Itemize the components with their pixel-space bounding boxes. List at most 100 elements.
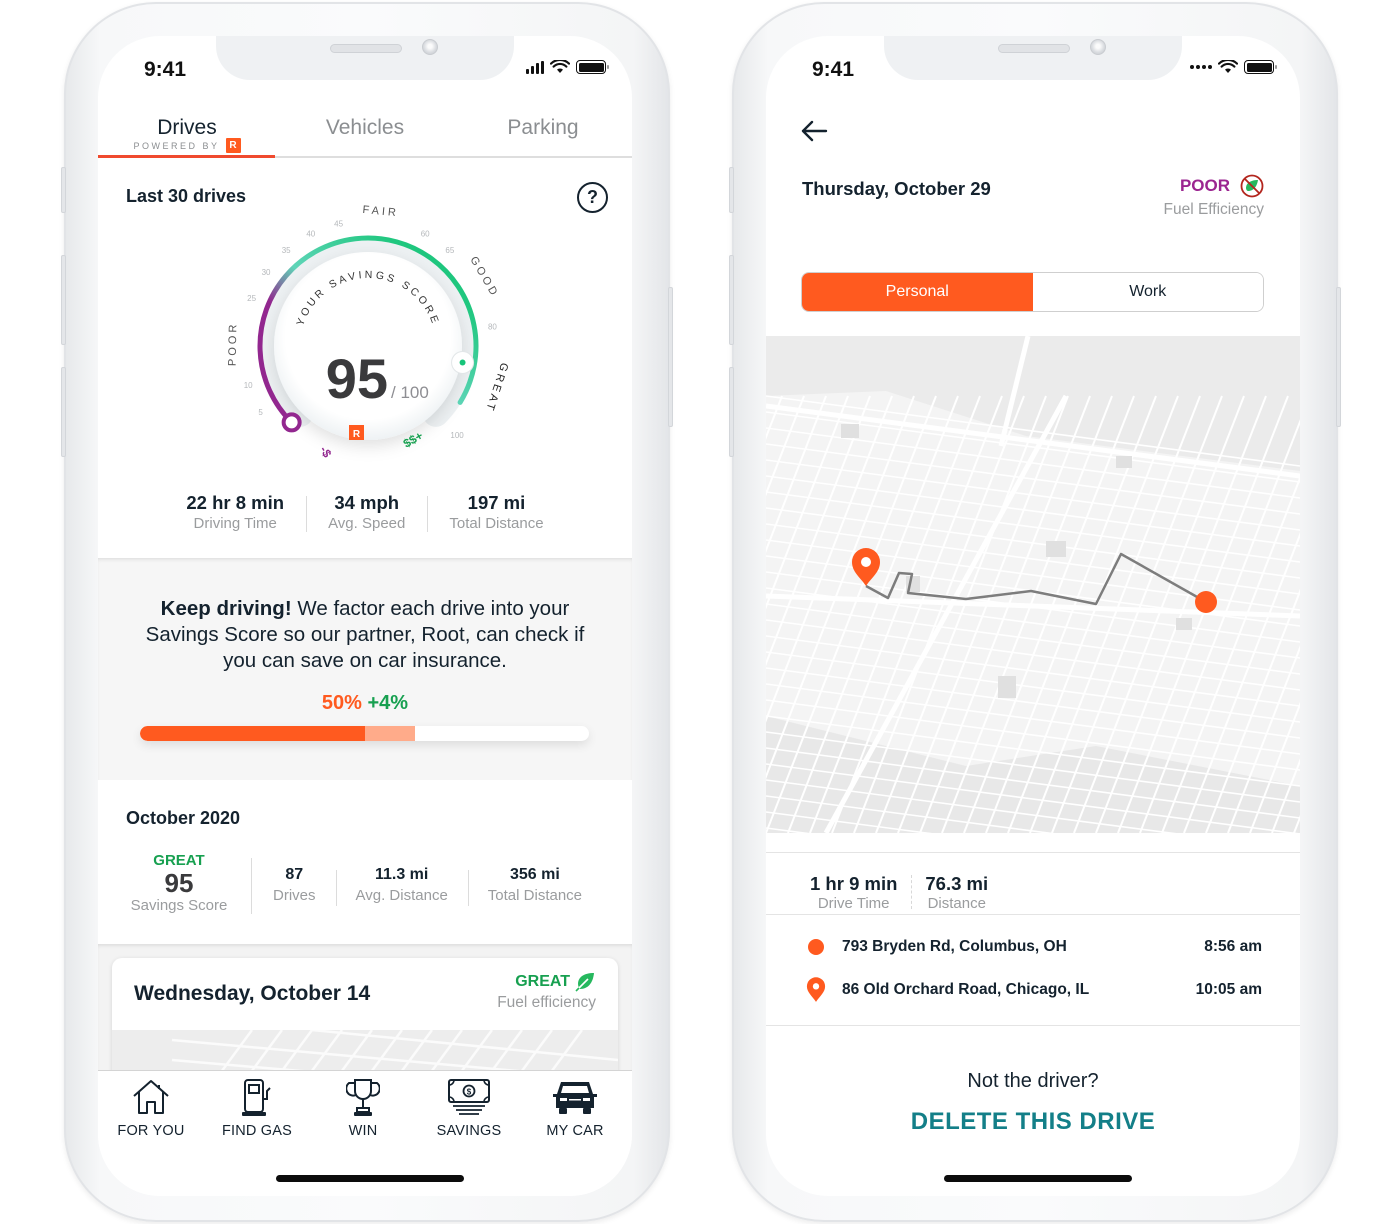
nav-savings[interactable]: $ SAVINGS	[416, 1077, 522, 1139]
top-tabs: Drives POWERED BY R Vehicles Parking	[98, 110, 632, 158]
wifi-icon	[1218, 60, 1238, 73]
nav-for-you[interactable]: FOR YOU	[98, 1077, 204, 1139]
stat-value: 76.3 mi	[925, 873, 989, 894]
tab-drives-label: Drives	[157, 116, 217, 139]
destination-pin-icon	[806, 977, 826, 1002]
gauge-zone-label-good: GOOD	[467, 255, 501, 300]
stat-total-distance: 197 mi Total Distance	[427, 492, 565, 532]
powered-by-label: POWERED BY	[133, 140, 220, 151]
stat-value: 197 mi	[467, 492, 526, 513]
nav-label: MY CAR	[546, 1123, 604, 1139]
month-title: October 2020	[126, 808, 241, 828]
segment-work[interactable]: Work	[1032, 273, 1263, 311]
trip-type-toggle: Personal Work	[801, 272, 1264, 312]
segment-personal[interactable]: Personal	[802, 273, 1033, 311]
trip-detail-screen: 9:41 Thursday, October 29 POOR Fuel Effi…	[766, 36, 1300, 1196]
month-stat-drives: 87 Drives	[253, 866, 336, 904]
notch	[216, 36, 514, 80]
powered-by-root: POWERED BY R	[98, 138, 276, 153]
home-icon	[133, 1080, 169, 1114]
speaker	[330, 44, 402, 53]
progress-percent: 50%	[321, 692, 362, 714]
stat-label: Avg. Speed	[328, 515, 406, 532]
gauge-max: / 100	[391, 383, 429, 402]
nav-label: FOR YOU	[117, 1123, 185, 1139]
nav-label: WIN	[348, 1123, 378, 1139]
stat-label: Avg. Distance	[355, 887, 448, 904]
gauge-low-label: -$	[317, 444, 335, 461]
stat-label: Total Distance	[487, 887, 583, 904]
summary-stats: 22 hr 8 min Driving Time 34 mph Avg. Spe…	[98, 492, 632, 532]
money-icon: $	[448, 1079, 490, 1115]
power-button	[1336, 287, 1341, 427]
progress-bar	[140, 726, 589, 741]
car-icon	[553, 1082, 597, 1114]
gauge-tick-label: 40	[306, 230, 315, 239]
stat-value: 356 mi	[510, 866, 560, 883]
signal-icon	[526, 60, 544, 74]
nav-label: SAVINGS	[436, 1123, 502, 1139]
stat-value: 87	[285, 866, 304, 883]
stop-time: 8:56 am	[1204, 938, 1262, 955]
notch	[884, 36, 1182, 80]
stop-address: 793 Bryden Rd, Columbus, OH	[842, 938, 1067, 955]
mute-switch	[729, 167, 734, 213]
gauge-tick-label: 80	[488, 322, 497, 331]
month-summary: October 2020 GREAT 95 Savings Score 87 D…	[98, 780, 632, 944]
progress-delta: +4%	[367, 692, 409, 714]
status-time: 9:41	[812, 58, 855, 81]
stat-label: Drives	[273, 887, 316, 904]
svg-text:$: $	[467, 1088, 472, 1097]
trip-date: Thursday, October 29	[802, 178, 991, 199]
stat-label: Drive Time	[817, 895, 890, 912]
power-button	[668, 287, 673, 427]
delete-drive-button[interactable]: DELETE THIS DRIVE	[766, 1108, 1300, 1136]
volume-up-button	[729, 255, 734, 345]
tab-drives[interactable]: Drives POWERED BY R	[98, 116, 276, 153]
tab-parking[interactable]: Parking	[454, 116, 632, 140]
leaf-icon	[575, 973, 594, 992]
help-button[interactable]: ?	[577, 182, 608, 213]
stat-value: 22 hr 8 min	[186, 492, 285, 513]
trip-stat-drive-time: 1 hr 9 min Drive Time	[796, 873, 911, 912]
drive-card-date: Wednesday, October 14	[134, 982, 371, 1005]
status-icons	[526, 60, 609, 74]
signal-icon	[1190, 61, 1212, 74]
stat-value: 1 hr 9 min	[810, 873, 898, 894]
trip-rating-badge: POOR	[1179, 176, 1230, 195]
gauge-root-logo-letter: R	[353, 429, 361, 440]
mute-switch	[61, 167, 66, 213]
stat-value: 34 mph	[334, 492, 400, 513]
start-dot-icon	[808, 939, 824, 955]
home-indicator[interactable]	[944, 1175, 1132, 1182]
gauge-zone-label-fair: FAIR	[362, 204, 399, 219]
status-time: 9:41	[144, 58, 187, 81]
gauge-tick-label: 45	[334, 219, 343, 228]
back-arrow-icon[interactable]	[800, 120, 828, 142]
no-leaf-icon	[1240, 174, 1264, 198]
phone-frame-drives: 9:41 Drives POWERED BY R Vehicles Parkin…	[61, 2, 673, 1222]
nav-find-gas[interactable]: FIND GAS	[204, 1077, 310, 1139]
trip-stat-distance: 76.3 mi Distance	[911, 873, 1002, 912]
gauge-tick-label: 100	[450, 431, 464, 440]
drive-list: Wednesday, October 14 GREAT Fuel efficie…	[98, 944, 632, 1098]
trip-route-map[interactable]	[766, 336, 1300, 833]
nav-win[interactable]: WIN	[310, 1077, 416, 1139]
tab-vehicles[interactable]: Vehicles	[276, 116, 454, 140]
divider	[251, 858, 252, 914]
gauge-tick-label: 25	[247, 294, 256, 303]
stop-address: 86 Old Orchard Road, Chicago, IL	[842, 981, 1090, 998]
gauge-score-marker	[451, 351, 475, 375]
trophy-icon	[346, 1079, 380, 1116]
gauge-start-marker	[281, 412, 302, 433]
stat-avg-speed: 34 mph Avg. Speed	[306, 492, 427, 532]
nav-my-car[interactable]: MY CAR	[522, 1077, 628, 1139]
active-tab-indicator	[98, 155, 275, 158]
battery-icon	[1244, 60, 1277, 74]
drive-card-rating-label: Fuel efficiency	[497, 994, 596, 1011]
progress-label: 50% +4%	[98, 692, 632, 715]
stop-time: 10:05 am	[1195, 981, 1262, 998]
home-indicator[interactable]	[276, 1175, 464, 1182]
month-score-value: 95	[164, 868, 194, 898]
stat-value: 11.3 mi	[374, 866, 429, 883]
